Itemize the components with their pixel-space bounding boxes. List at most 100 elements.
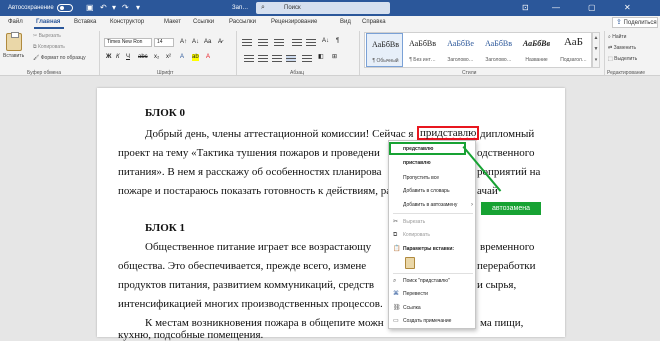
- change-case-icon[interactable]: Aa: [204, 39, 211, 46]
- justify-icon[interactable]: [286, 55, 296, 62]
- misspelled-word[interactable]: придставлю: [417, 126, 480, 140]
- group-separator: [99, 31, 100, 75]
- borders-icon[interactable]: ⊞: [332, 54, 337, 61]
- font-color-icon[interactable]: A: [206, 54, 210, 61]
- search-box[interactable]: ⌕ Поиск: [256, 2, 390, 14]
- tab-help[interactable]: Справка: [362, 19, 386, 25]
- style-name: Заголово…: [485, 57, 512, 63]
- pilcrow-icon[interactable]: ¶: [336, 38, 339, 45]
- sort-icon[interactable]: A↓: [322, 38, 329, 45]
- p3-line1-end: ма пищи,: [480, 317, 524, 329]
- line-spacing-icon[interactable]: [302, 55, 312, 62]
- group-separator: [359, 31, 360, 75]
- autosave-toggle[interactable]: [57, 4, 73, 12]
- copy-label: Копировать: [37, 44, 65, 50]
- dropdown-icon[interactable]: ▾: [112, 3, 116, 13]
- share-button[interactable]: ⇪ Поделиться: [612, 17, 658, 28]
- p2-line3-end: и сырья,: [477, 279, 517, 291]
- replace-button[interactable]: ⇄ Заменить: [608, 45, 636, 51]
- paragraph-group-label: Абзац: [290, 70, 305, 76]
- shrink-font-icon[interactable]: A↓: [192, 39, 199, 46]
- quick-access-more-icon[interactable]: ▾: [136, 3, 140, 13]
- multilevel-list-icon[interactable]: [274, 39, 284, 46]
- minimize-icon[interactable]: —: [552, 3, 560, 13]
- p2-line1-end: временного: [480, 241, 535, 253]
- skip-all-item[interactable]: Пропустить все: [390, 172, 476, 184]
- tab-insert[interactable]: Вставка: [74, 19, 96, 25]
- suggestion-item[interactable]: приставлю: [390, 157, 476, 169]
- bold-icon[interactable]: Ж: [106, 54, 111, 61]
- maximize-icon[interactable]: ▢: [588, 3, 596, 13]
- underline-icon[interactable]: Ч: [126, 54, 130, 61]
- highlight-icon[interactable]: ab: [192, 54, 199, 61]
- font-name-select[interactable]: Times New Ron: [104, 38, 152, 47]
- redo-icon[interactable]: ↷: [122, 3, 129, 13]
- translate-item[interactable]: ⌘ Перевести: [390, 288, 476, 300]
- tab-design[interactable]: Конструктор: [110, 19, 144, 25]
- numbering-icon[interactable]: [258, 39, 268, 46]
- p1-line1-before: Добрый день, члены аттестационной комисс…: [145, 128, 414, 140]
- subscript-icon[interactable]: x₂: [154, 54, 159, 61]
- link-item[interactable]: ⛓ Ссылка: [390, 302, 476, 314]
- ribbon-display-icon[interactable]: ⊡: [522, 3, 529, 13]
- increase-indent-icon[interactable]: [306, 39, 316, 46]
- p1-line4: пожаре и постараюсь показать готовность …: [118, 185, 392, 197]
- cut-button[interactable]: ✂ Вырезать: [33, 33, 61, 39]
- chevron-right-icon: ›: [471, 202, 473, 208]
- search-item[interactable]: ⌕ Поиск "придставлю": [390, 275, 476, 287]
- decrease-indent-icon[interactable]: [292, 39, 302, 46]
- text-effects-icon[interactable]: A: [180, 54, 184, 61]
- superscript-icon[interactable]: x²: [166, 54, 171, 61]
- select-button[interactable]: ⬚ Выделить: [608, 56, 637, 62]
- italic-icon[interactable]: К: [116, 54, 120, 61]
- add-dictionary-item[interactable]: Добавить в словарь: [390, 185, 476, 197]
- style-heading-1[interactable]: АаБбВе Заголово…: [442, 33, 479, 67]
- bullets-icon[interactable]: [242, 39, 252, 46]
- styles-gallery: АаБбВв ¶ Обычный АаБбВв ¶ Без инт… АаБбВ…: [364, 32, 592, 68]
- format-painter-button[interactable]: 🖌 Формат по образцу: [33, 55, 86, 61]
- close-icon[interactable]: ✕: [624, 3, 631, 13]
- strikethrough-icon[interactable]: abc: [138, 54, 148, 61]
- shading-icon[interactable]: ◧: [318, 54, 324, 61]
- p1-line1-after: дипломный: [480, 128, 535, 140]
- align-center-icon[interactable]: [258, 55, 268, 62]
- editing-group-label: Редактирование: [607, 70, 646, 76]
- p2-line4: интенсификацией многих производственных …: [118, 298, 383, 310]
- new-comment-item[interactable]: ▭ Создать примечание: [390, 315, 476, 327]
- style-subtitle[interactable]: АаБ Подзагол…: [555, 33, 592, 67]
- cut-label: Вырезать: [38, 33, 61, 39]
- find-label: Найти: [612, 34, 627, 40]
- style-title[interactable]: АаБбВв Название: [518, 33, 555, 67]
- style-normal[interactable]: АаБбВв ¶ Обычный: [366, 33, 403, 67]
- search-item-label: Поиск "придставлю": [403, 278, 450, 284]
- align-right-icon[interactable]: [272, 55, 282, 62]
- paste-icon[interactable]: [6, 32, 22, 51]
- style-heading-2[interactable]: АаБбВв Заголово…: [480, 33, 517, 67]
- tab-review[interactable]: Рецензирование: [271, 19, 317, 25]
- undo-icon[interactable]: ↶: [100, 3, 107, 13]
- tab-home[interactable]: Главная: [36, 19, 60, 25]
- grow-font-icon[interactable]: A↑: [180, 39, 187, 46]
- add-autocorrect-item[interactable]: Добавить в автозамену ›: [390, 199, 476, 211]
- save-icon[interactable]: ▣: [86, 3, 94, 13]
- font-size-select[interactable]: 14: [154, 38, 174, 47]
- copy-button[interactable]: ⧉ Копировать: [33, 44, 65, 50]
- group-separator: [604, 31, 605, 75]
- tab-file[interactable]: Файл: [8, 19, 23, 25]
- p3-line2: кухню, подсобные помещения.: [118, 329, 264, 341]
- tab-references[interactable]: Ссылки: [193, 19, 214, 25]
- find-button[interactable]: ⌕ Найти: [608, 34, 626, 40]
- paste-button-label[interactable]: Вставить: [3, 53, 24, 59]
- tab-view[interactable]: Вид: [340, 19, 351, 25]
- tab-mailings[interactable]: Рассылки: [229, 19, 256, 25]
- cut-item[interactable]: ✂ Вырезать: [390, 216, 476, 228]
- tab-layout[interactable]: Макет: [164, 19, 181, 25]
- autosave-label: Автосохранение: [8, 5, 54, 11]
- paste-keep-formatting-icon[interactable]: [405, 257, 415, 269]
- style-no-spacing[interactable]: АаБбВв ¶ Без инт…: [404, 33, 441, 67]
- align-left-icon[interactable]: [244, 55, 254, 62]
- clipboard-icon: 📋: [393, 246, 401, 252]
- clear-format-icon[interactable]: A̷: [218, 39, 222, 46]
- copy-item[interactable]: ⧉ Копировать: [390, 229, 476, 241]
- styles-scroll[interactable]: ▲ ▼ ▾: [592, 32, 600, 68]
